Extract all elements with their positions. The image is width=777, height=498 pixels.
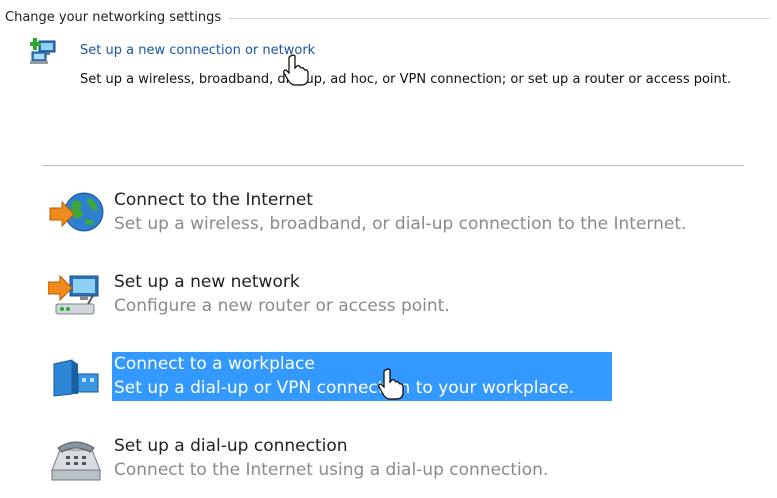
hand-cursor-icon xyxy=(378,368,404,400)
option-description: Configure a new router or access point. xyxy=(114,296,450,316)
option-title: Connect to the Internet xyxy=(114,190,313,210)
option-title: Set up a new network xyxy=(114,272,300,292)
section-title: Change your networking settings xyxy=(5,9,222,25)
phone-icon xyxy=(51,441,101,481)
new-connection-task[interactable]: Set up a new connection or network Set u… xyxy=(30,38,775,118)
workplace-icon xyxy=(53,359,99,397)
option-description: Connect to the Internet using a dial-up … xyxy=(114,460,549,480)
section-header: Change your networking settings xyxy=(5,8,770,26)
option-description: Set up a dial-up or VPN connection to yo… xyxy=(114,378,575,398)
option-connect-workplace[interactable]: Connect to a workplace Set up a dial-up … xyxy=(48,352,668,404)
option-dialup[interactable]: Set up a dial-up connection Connect to t… xyxy=(48,436,668,486)
option-connect-internet[interactable]: Connect to the Internet Set up a wireles… xyxy=(48,190,686,240)
new-connection-link[interactable]: Set up a new connection or network xyxy=(80,43,315,58)
network-add-icon xyxy=(30,38,56,64)
option-title: Connect to a workplace xyxy=(114,354,315,374)
section-divider xyxy=(229,17,770,19)
hand-cursor-icon xyxy=(283,54,309,86)
option-title: Set up a dial-up connection xyxy=(114,436,348,456)
router-icon xyxy=(48,274,99,315)
new-connection-description: Set up a wireless, broadband, dial-up, a… xyxy=(80,72,732,87)
options-divider xyxy=(43,165,744,166)
globe-icon xyxy=(49,192,104,232)
option-new-network[interactable]: Set up a new network Configure a new rou… xyxy=(48,272,668,322)
option-description: Set up a wireless, broadband, or dial-up… xyxy=(114,214,687,234)
